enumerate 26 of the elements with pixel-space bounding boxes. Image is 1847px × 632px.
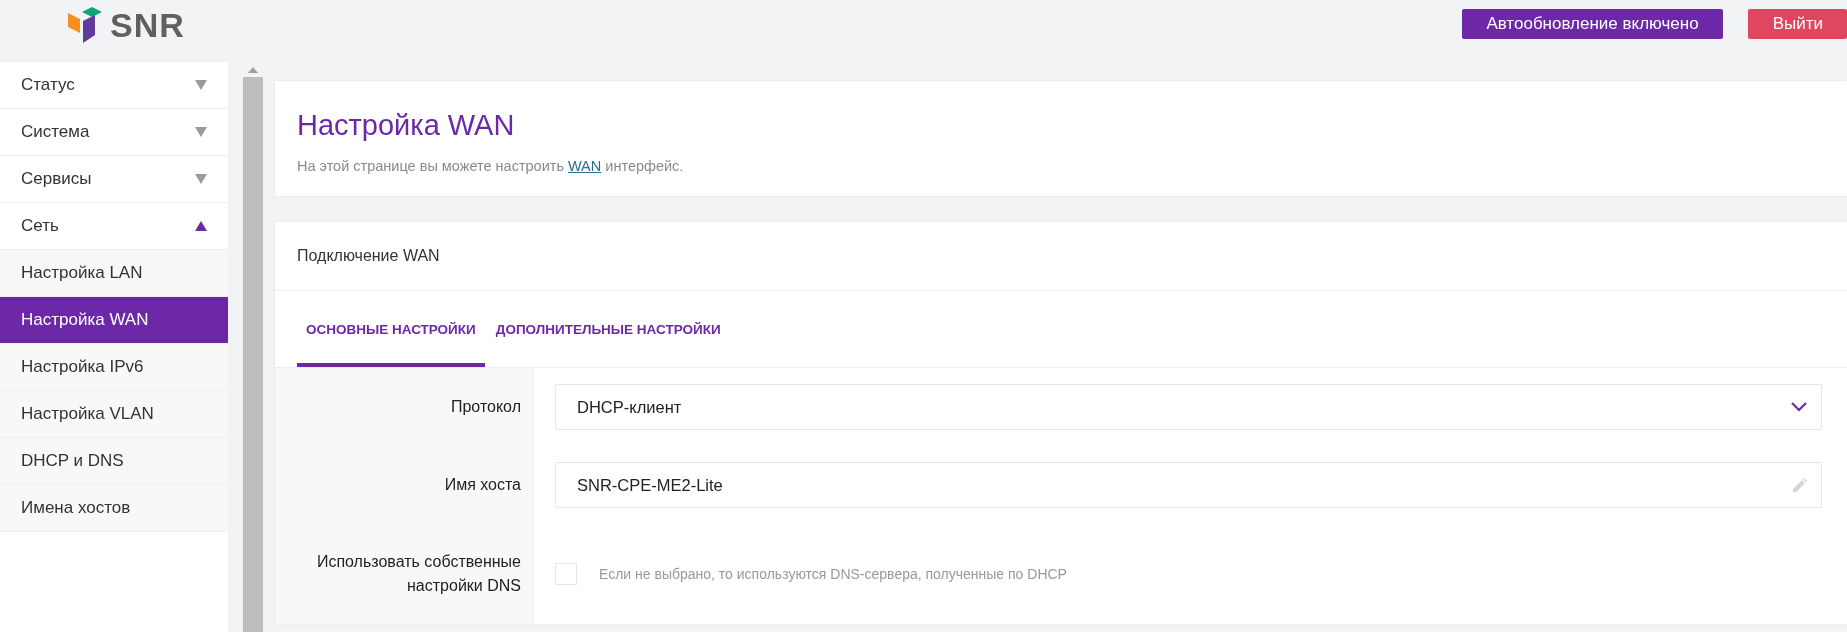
pencil-icon	[1793, 478, 1807, 492]
wan-link[interactable]: WAN	[567, 158, 602, 174]
logo-cubes-icon	[68, 6, 104, 45]
sidebar-subitem[interactable]: Настройка IPv6	[0, 344, 228, 391]
tab[interactable]: ДОПОЛНИТЕЛЬНЫЕ НАСТРОЙКИ	[486, 291, 730, 367]
field-hint: Если не выбрано, то используются DNS-сервера, полученные по DHCP	[599, 566, 1067, 582]
auto-update-button[interactable]: Автообновление включено	[1462, 9, 1723, 39]
sidebar-subitem[interactable]: DHCP и DNS	[0, 438, 228, 485]
hostname-input[interactable]: SNR-CPE-ME2-Lite	[555, 462, 1822, 508]
logo-text: SNR	[110, 6, 185, 45]
sidebar-subitem[interactable]: Настройка VLAN	[0, 391, 228, 438]
sidebar-subitem[interactable]: Имена хостов	[0, 485, 228, 532]
chevron-down-icon	[1791, 402, 1807, 412]
protocol-select[interactable]: DHCP-клиент	[555, 384, 1822, 430]
logout-button[interactable]: Выйти	[1747, 9, 1847, 39]
page-subtitle: На этой странице вы можете настроить WAN интерфейс.	[297, 158, 685, 174]
field-label: Протокол	[450, 397, 521, 417]
page-title: Настройка WAN	[297, 109, 516, 142]
checkbox[interactable]	[555, 563, 577, 585]
sidebar-subitem[interactable]: Настройка WAN	[0, 297, 228, 344]
scroll-up-icon[interactable]	[248, 67, 258, 73]
sidebar-subitem[interactable]: Настройка LAN	[0, 250, 228, 297]
field-label: Использовать собственные настройки DNS	[315, 552, 521, 596]
section-title: Подключение WAN	[275, 222, 1847, 291]
scrollbar-thumb[interactable]	[243, 77, 263, 632]
field-label: Имя хоста	[444, 475, 521, 495]
